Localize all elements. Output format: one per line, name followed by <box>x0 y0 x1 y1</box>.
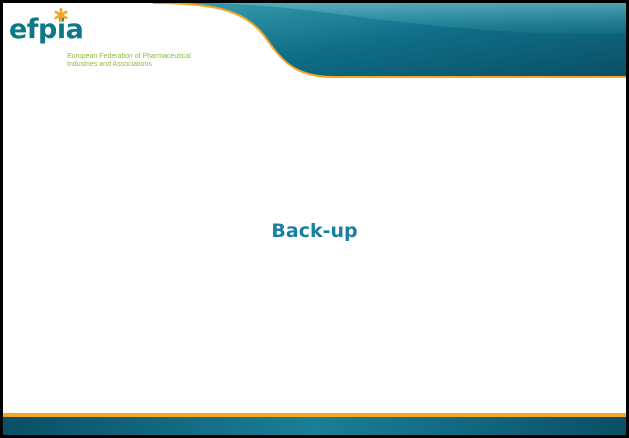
logo-tagline-line-2: Industries and Associations <box>67 61 152 68</box>
asterisk-icon <box>54 7 68 23</box>
slide-title: Back-up <box>271 220 358 242</box>
slide-canvas: efpia European Federation of Pharmaceuti… <box>3 3 626 435</box>
slide-frame: efpia European Federation of Pharmaceuti… <box>0 0 629 438</box>
logo-tagline-line-1: European Federation of Pharmaceutical <box>67 53 191 60</box>
efpia-logo: efpia European Federation of Pharmaceuti… <box>9 7 239 71</box>
footer-teal-band <box>3 417 626 435</box>
logo-wordmark: efpia <box>9 14 84 45</box>
footer-bar <box>3 413 626 435</box>
footer-orange-line <box>3 413 626 417</box>
